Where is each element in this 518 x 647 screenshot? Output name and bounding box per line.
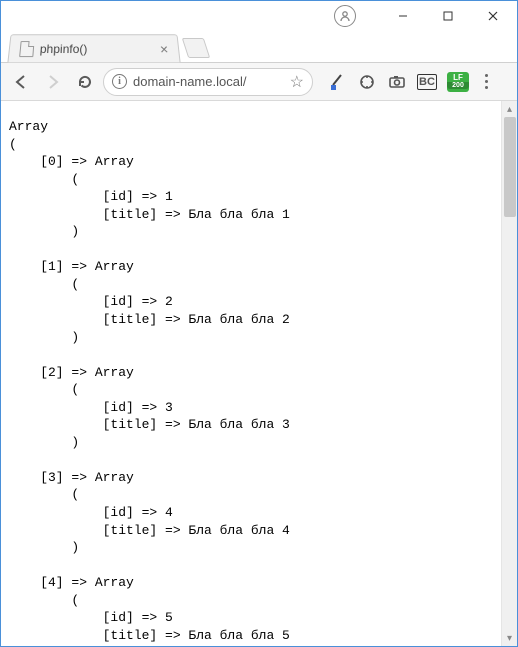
lf-badge-top: LF <box>453 74 463 82</box>
tab-title: phpinfo() <box>39 42 87 56</box>
page-content: Array ( [0] => Array ( [id] => 1 [title]… <box>1 114 517 646</box>
camera-extension-icon[interactable] <box>387 72 407 92</box>
extension-icons: BC LF 200 <box>327 72 492 92</box>
scrollbar-down-arrow[interactable]: ▾ <box>502 630 517 646</box>
vertical-scrollbar[interactable]: ▴ ▾ <box>501 101 517 646</box>
window-close-button[interactable] <box>470 2 515 30</box>
bookmark-star-icon[interactable]: ☆ <box>290 72 304 92</box>
scrollbar-thumb[interactable] <box>504 117 516 217</box>
forward-button[interactable] <box>39 68 67 96</box>
window-minimize-button[interactable] <box>380 2 425 30</box>
site-info-icon[interactable]: i <box>112 74 127 89</box>
tab-strip: phpinfo() × <box>1 31 517 63</box>
reload-button[interactable] <box>71 68 99 96</box>
url-text: domain-name.local/ <box>133 74 284 89</box>
lf-extension-icon[interactable]: LF 200 <box>447 72 469 92</box>
window-maximize-button[interactable] <box>425 2 470 30</box>
user-profile-icon[interactable] <box>334 5 356 27</box>
document-icon <box>19 41 34 57</box>
browser-menu-button[interactable] <box>485 74 488 89</box>
scrollbar-up-arrow[interactable]: ▴ <box>502 101 517 117</box>
devtools-extension-icon[interactable] <box>357 72 377 92</box>
browser-tab[interactable]: phpinfo() × <box>7 34 180 62</box>
back-button[interactable] <box>7 68 35 96</box>
window-titlebar <box>1 1 517 31</box>
new-tab-button[interactable] <box>182 38 210 58</box>
address-bar[interactable]: i domain-name.local/ ☆ <box>103 68 313 96</box>
tab-close-icon[interactable]: × <box>159 42 168 56</box>
lf-badge-bottom: 200 <box>447 82 469 89</box>
browser-toolbar: i domain-name.local/ ☆ BC LF 200 <box>1 63 517 101</box>
bc-extension-icon[interactable]: BC <box>417 74 437 90</box>
color-picker-extension-icon[interactable] <box>327 72 347 92</box>
